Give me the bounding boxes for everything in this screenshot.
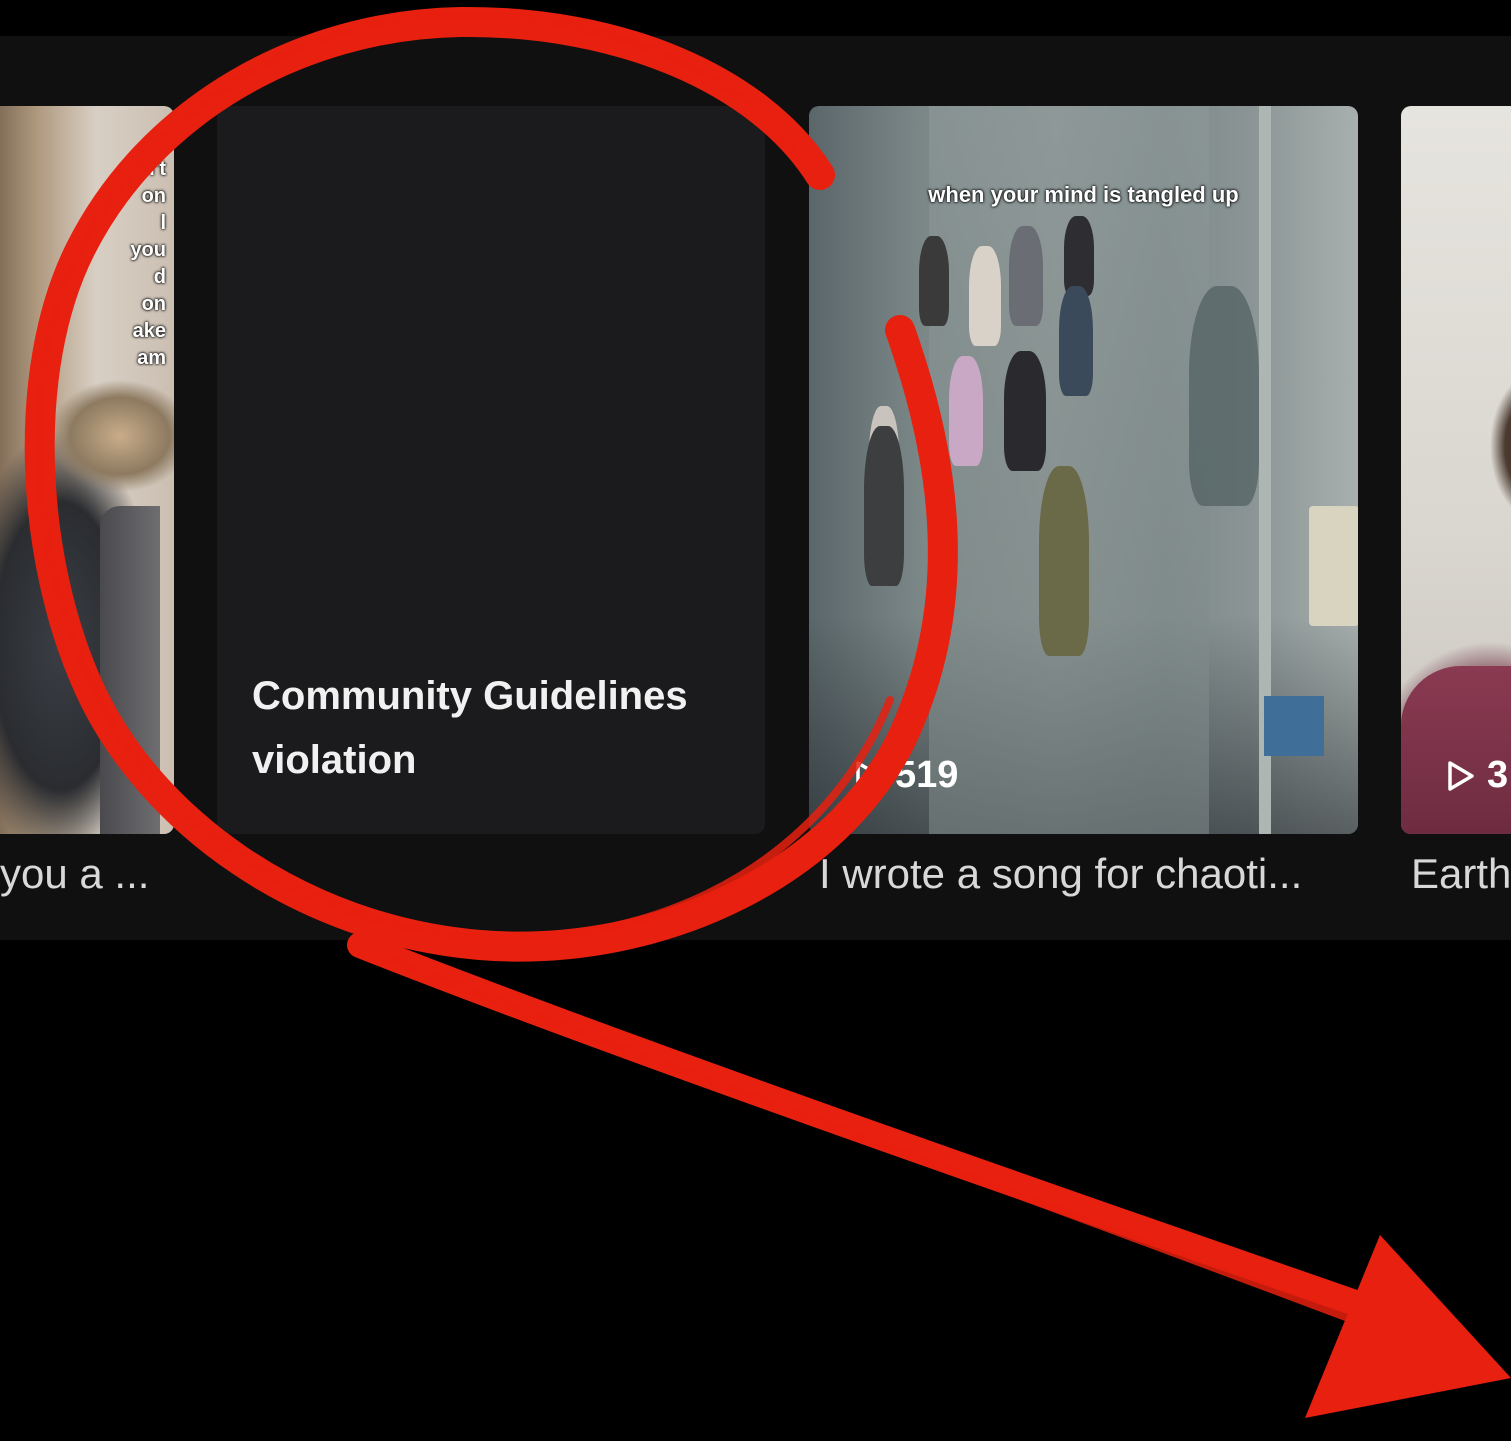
thumbnail-overlay-text: n't on l you d on ake am xyxy=(130,158,166,369)
thumbnail-soldier-figure xyxy=(1039,466,1089,656)
thumbnail-figure xyxy=(949,356,983,466)
thumbnail-figure xyxy=(1004,351,1046,471)
screenshot-stage: n't on l you d on ake am you a ... Commu… xyxy=(0,0,1511,1441)
play-outline-icon xyxy=(856,760,882,791)
thumbnail-figure xyxy=(1059,286,1093,396)
video-card-1[interactable]: n't on l you d on ake am xyxy=(0,106,174,834)
video-caption-3[interactable]: I wrote a song for chaoti... xyxy=(819,850,1359,898)
video-card-2-removed[interactable]: Community Guidelines violation xyxy=(217,106,765,834)
video-caption-1[interactable]: you a ... xyxy=(0,850,174,898)
thumbnail-sign xyxy=(1309,506,1358,626)
thumbnail-figure xyxy=(919,236,949,326)
thumbnail-overlay-text: when your mind is tangled up xyxy=(928,182,1239,207)
annotation-arrow-head xyxy=(1305,1235,1511,1418)
view-count: 3 xyxy=(1443,754,1508,797)
video-card-4[interactable]: 3 xyxy=(1401,106,1511,834)
video-card-3[interactable]: when your mind is tangled up 519 xyxy=(809,106,1358,834)
thumbnail-sign xyxy=(1264,696,1324,756)
community-guidelines-violation-label: Community Guidelines violation xyxy=(252,674,688,782)
annotation-arrow-shaft xyxy=(376,951,1384,1334)
annotation-arrow-shaft xyxy=(347,932,1403,1328)
thumbnail-figure xyxy=(969,246,1001,346)
video-caption-4[interactable]: Earth xyxy=(1411,850,1511,898)
thumbnail-figure xyxy=(1009,226,1043,326)
play-outline-icon xyxy=(1448,760,1474,791)
view-count-value: 3 xyxy=(1487,754,1509,796)
view-count: 519 xyxy=(851,754,958,797)
thumbnail-bicycles xyxy=(1189,286,1259,506)
thumbnail-seat-shape xyxy=(100,506,160,834)
video-grid-row: n't on l you d on ake am you a ... Commu… xyxy=(0,36,1511,940)
view-count-value: 519 xyxy=(895,754,959,796)
thumbnail-figure xyxy=(1064,216,1094,296)
thumbnail-figure xyxy=(864,426,904,586)
thumbnail-shirt-shape xyxy=(1401,666,1511,834)
